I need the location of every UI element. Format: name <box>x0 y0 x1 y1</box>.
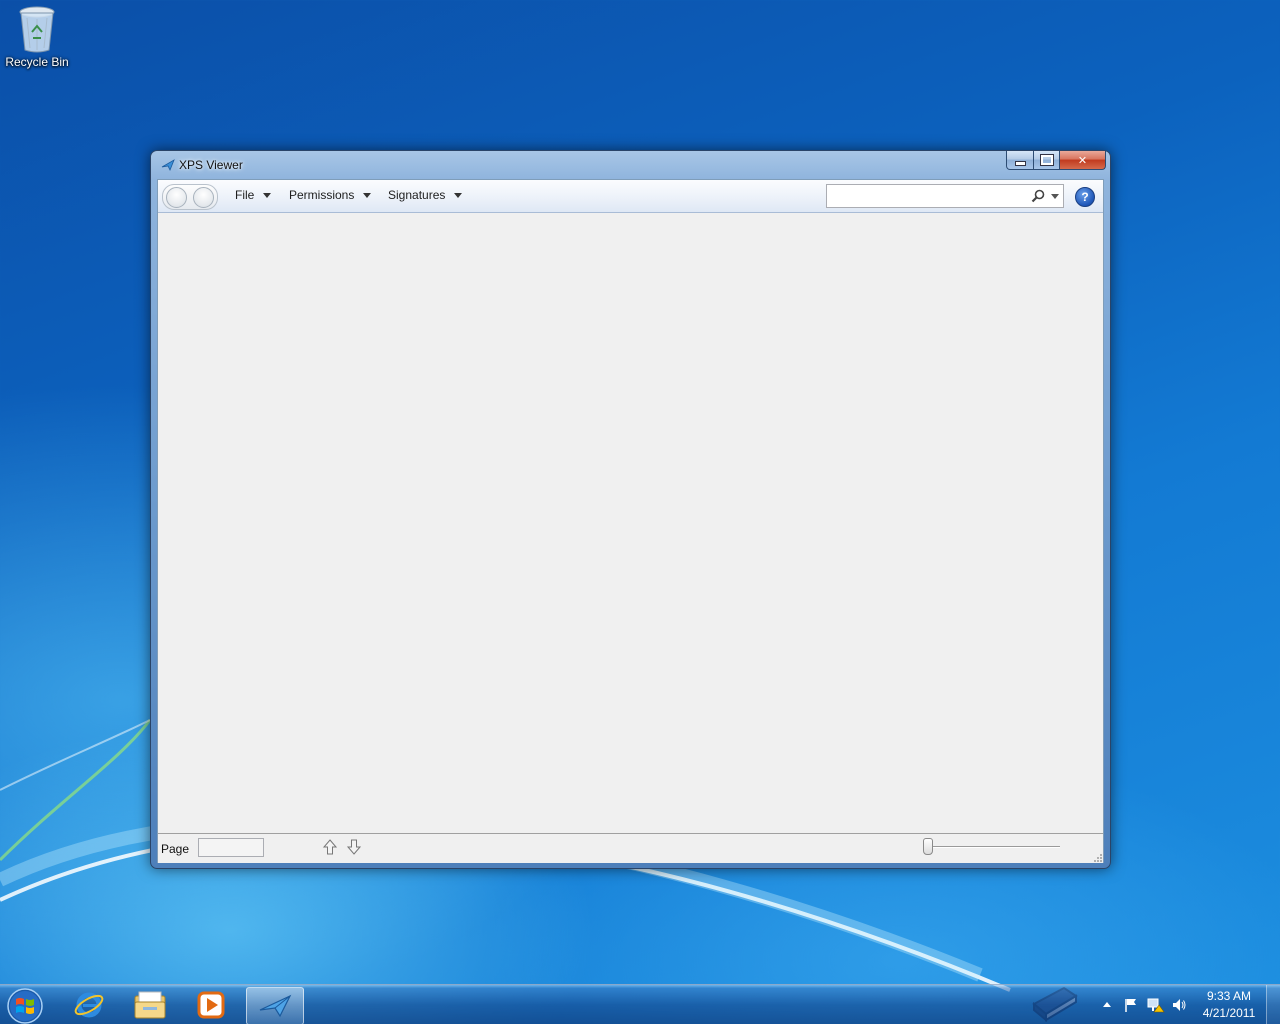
back-button[interactable] <box>166 187 187 208</box>
resize-grip-icon[interactable] <box>1092 852 1102 862</box>
taskbar-windows-media-player[interactable] <box>183 987 239 1023</box>
help-icon[interactable]: ? <box>1075 187 1095 207</box>
caption-buttons: ✕ <box>1006 151 1106 170</box>
xps-viewer-icon <box>161 159 175 171</box>
page-number-input[interactable] <box>198 838 264 857</box>
action-center-flag-icon[interactable] <box>1123 997 1139 1013</box>
menu-signatures-label: Signatures <box>388 188 446 202</box>
clock-time: 9:33 AM <box>1206 989 1252 1003</box>
forward-button[interactable] <box>193 187 214 208</box>
zoom-slider-thumb[interactable] <box>923 838 933 855</box>
menu-permissions[interactable]: Permissions <box>289 188 372 202</box>
menu-file[interactable]: File <box>235 188 272 202</box>
client-area: File Permissions Signatures ? Page <box>157 179 1104 863</box>
close-button[interactable]: ✕ <box>1060 151 1106 170</box>
xps-viewer-icon <box>259 994 292 1018</box>
taskbar-clock[interactable]: 9:33 AM 4/21/2011 <box>1196 988 1262 1022</box>
minimize-icon <box>1014 160 1026 166</box>
close-icon: ✕ <box>1077 153 1088 167</box>
search-icon[interactable] <box>1031 189 1045 203</box>
title-bar[interactable]: XPS Viewer ✕ <box>151 151 1110 179</box>
taskbar-xps-viewer[interactable] <box>246 987 304 1024</box>
taskbar: 9:33 AM 4/21/2011 <box>0 984 1280 1024</box>
menu-file-label: File <box>235 188 255 202</box>
toolbar: File Permissions Signatures ? <box>158 180 1103 213</box>
recycle-bin-icon <box>19 6 55 53</box>
taskbar-windows-explorer[interactable] <box>122 987 178 1023</box>
window-title: XPS Viewer <box>179 158 243 172</box>
windows-explorer-icon <box>134 991 166 1019</box>
menu-permissions-label: Permissions <box>289 188 355 202</box>
network-icon[interactable] <box>1147 997 1165 1013</box>
maximize-icon <box>1039 154 1054 166</box>
chevron-down-icon <box>263 192 272 198</box>
show-desktop-button[interactable] <box>1266 985 1280 1024</box>
status-bar: Page <box>158 833 1103 863</box>
navigation-buttons <box>162 184 218 210</box>
clock-date: 4/21/2011 <box>1202 1006 1256 1020</box>
chevron-down-icon <box>454 192 463 198</box>
internet-explorer-icon <box>74 992 104 1018</box>
previous-page-icon[interactable] <box>322 839 338 855</box>
xps-viewer-window: XPS Viewer ✕ File Permissions Signatures <box>150 150 1111 869</box>
windows-media-player-icon <box>197 991 225 1019</box>
volume-icon[interactable] <box>1171 997 1187 1013</box>
taskbar-internet-explorer[interactable] <box>61 987 117 1023</box>
desktop-icon-recycle-bin[interactable]: Recycle Bin <box>2 4 72 69</box>
search-input[interactable] <box>826 184 1064 208</box>
search-dropdown-icon[interactable] <box>1051 194 1059 199</box>
start-button[interactable] <box>5 987 45 1024</box>
desktop-icon-label: Recycle Bin <box>5 55 69 69</box>
show-hidden-icons-icon[interactable] <box>1103 1002 1111 1007</box>
zoom-slider[interactable] <box>928 846 1060 848</box>
page-label: Page <box>161 842 190 856</box>
menu-signatures[interactable]: Signatures <box>388 188 463 202</box>
next-page-icon[interactable] <box>346 839 362 855</box>
document-area[interactable] <box>158 213 1103 833</box>
minimize-button[interactable] <box>1006 151 1034 170</box>
maximize-button[interactable] <box>1034 151 1060 170</box>
chevron-down-icon <box>363 192 372 198</box>
